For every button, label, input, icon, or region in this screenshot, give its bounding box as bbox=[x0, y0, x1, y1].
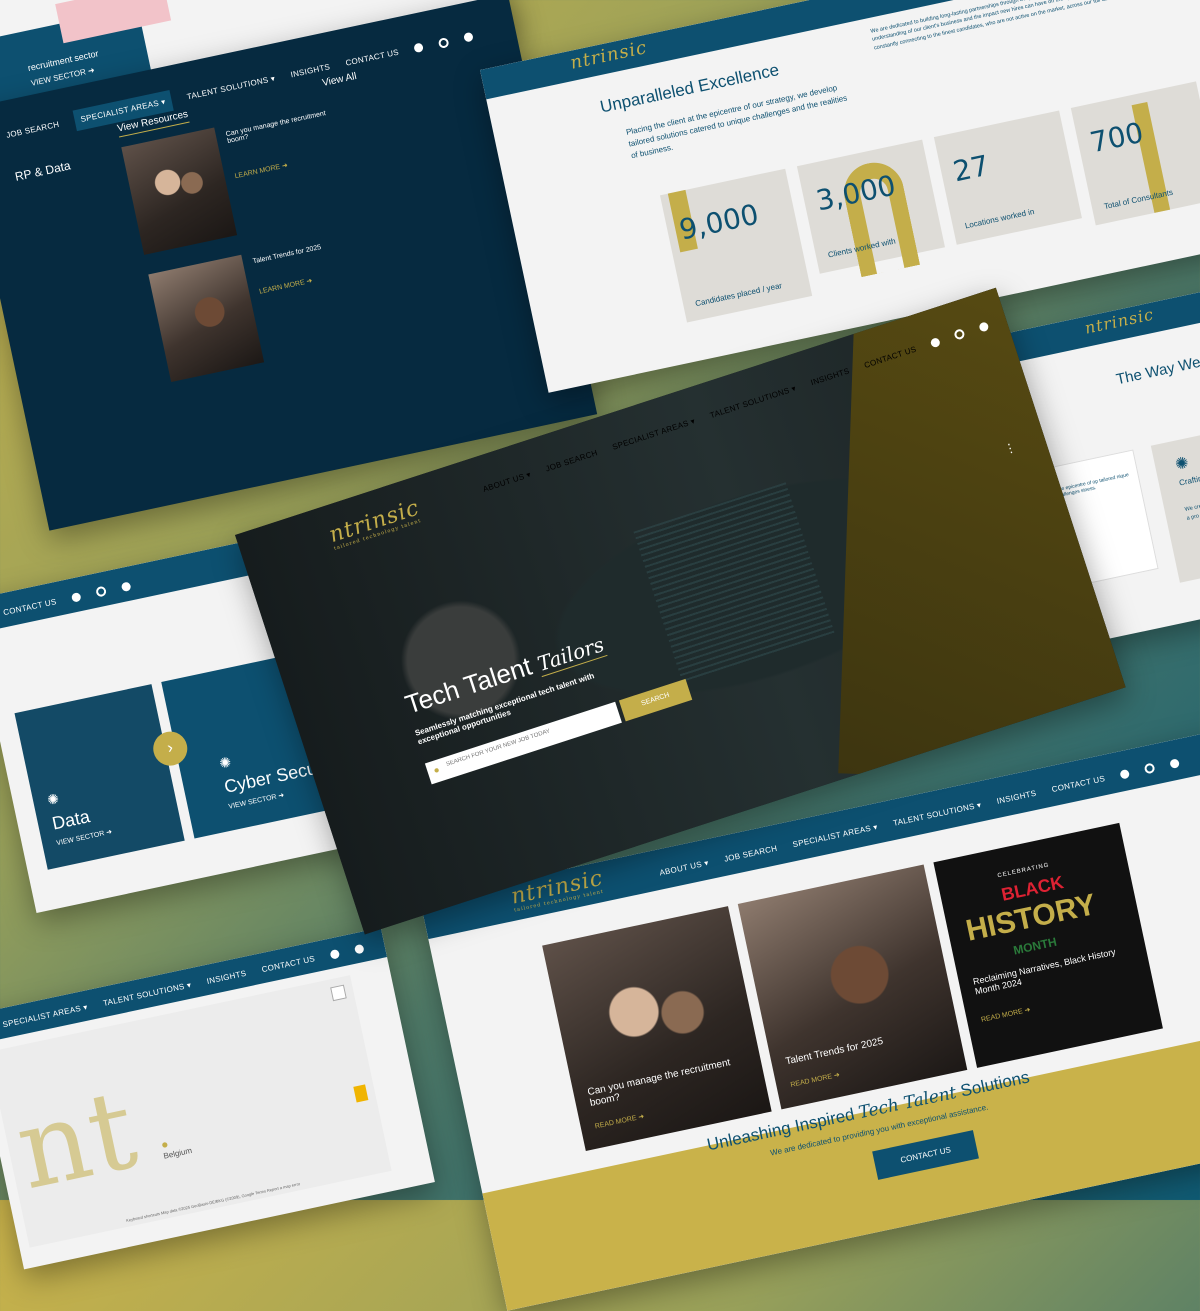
nav-specialist-areas[interactable]: SPECIALIST AREAS ▾ bbox=[792, 822, 879, 849]
map-report-link[interactable]: Report a map error bbox=[266, 1181, 300, 1193]
stat-card-locations: 27 Locations worked in bbox=[933, 110, 1082, 245]
excellence-logo[interactable]: ntrinsic bbox=[568, 37, 649, 74]
upload-icon[interactable] bbox=[71, 591, 82, 603]
location-pin-icon: ● bbox=[432, 764, 442, 777]
megamenu-article2-image bbox=[148, 254, 265, 383]
streetview-icon[interactable] bbox=[353, 1084, 369, 1103]
sector-name: Data bbox=[50, 806, 92, 834]
map-attribution-text: Map data ©2025 GeoBasis-DE/BKG (©2009), … bbox=[160, 1190, 255, 1216]
stat-value: 27 bbox=[950, 148, 992, 189]
stat-label: Locations worked in bbox=[964, 206, 1036, 231]
sector-name: Cyber Secu bbox=[222, 757, 319, 797]
megamenu-article1-title[interactable]: Can you manage the recruitment boom? bbox=[225, 106, 345, 145]
user-icon[interactable] bbox=[1169, 757, 1181, 769]
upload-icon[interactable] bbox=[413, 42, 425, 54]
map-attribution: Keyboard shortcuts Map data ©2025 GeoBas… bbox=[126, 1181, 301, 1223]
insight-card-title: Reclaiming Narratives, Black History Mon… bbox=[972, 946, 1117, 997]
nav-insights[interactable]: INSIGHTS bbox=[996, 788, 1037, 805]
search-icon[interactable] bbox=[437, 36, 450, 49]
nav-about-us[interactable]: ABOUT US ▾ bbox=[659, 858, 710, 877]
way-card-text: We create a co description and ensuring … bbox=[1184, 487, 1200, 522]
insight-card-title: Can you manage the recruitment boom? bbox=[586, 1057, 732, 1109]
nav-specialist-areas[interactable]: SPECIALIST AREAS ▾ bbox=[2, 1002, 89, 1029]
insight-card-link[interactable]: READ MORE ➜ bbox=[790, 1071, 841, 1089]
map-page: SPECIALIST AREAS ▾ TALENT SOLUTIONS ▾ IN… bbox=[0, 927, 435, 1270]
upload-icon[interactable] bbox=[929, 336, 942, 348]
way-title: The Way We bbox=[1114, 353, 1200, 389]
nav-talent-solutions[interactable]: TALENT SOLUTIONS ▾ bbox=[892, 800, 982, 828]
stat-value: 700 bbox=[1087, 115, 1147, 160]
nav-talent-solutions[interactable]: TALENT SOLUTIONS ▾ bbox=[102, 980, 192, 1008]
megamenu-article2-title[interactable]: Talent Trends for 2025 bbox=[252, 244, 322, 265]
user-icon[interactable] bbox=[120, 580, 132, 592]
user-icon[interactable] bbox=[354, 943, 365, 955]
nav-job-search[interactable]: JOB SEARCH bbox=[5, 120, 60, 140]
megamenu-erp-heading[interactable]: RP & Data bbox=[14, 158, 72, 183]
nav-insights[interactable]: INSIGHTS bbox=[206, 969, 247, 986]
upload-icon[interactable] bbox=[329, 948, 341, 960]
user-icon[interactable] bbox=[463, 31, 475, 43]
megamenu-article1-image bbox=[121, 127, 238, 255]
insight-card-2[interactable]: Talent Trends for 2025 READ MORE ➜ bbox=[737, 864, 968, 1110]
sector-nav: CONTACT US bbox=[2, 580, 132, 617]
search-icon[interactable] bbox=[1143, 762, 1156, 775]
nav-contact-us[interactable]: CONTACT US bbox=[1051, 774, 1106, 794]
upload-icon[interactable] bbox=[1119, 768, 1131, 780]
nav-job-search[interactable]: JOB SEARCH bbox=[723, 843, 778, 863]
network-icon: ✺ bbox=[217, 753, 233, 772]
insight-card-link[interactable]: READ MORE ➜ bbox=[980, 1006, 1032, 1024]
insight-card-3[interactable]: CELEBRATING BLACK HISTORY MONTH Reclaimi… bbox=[933, 822, 1163, 1068]
insight-card-title: Talent Trends for 2025 bbox=[784, 1035, 885, 1068]
network-icon: ✺ bbox=[1173, 454, 1191, 474]
insight-card-link[interactable]: READ MORE ➜ bbox=[594, 1112, 645, 1130]
way-right-card: ✺ Crafting Cand Persona We create a co d… bbox=[1150, 418, 1200, 583]
way-logo[interactable]: ntrinsic bbox=[1083, 305, 1156, 338]
search-icon[interactable] bbox=[95, 585, 108, 598]
nt-monogram: nt bbox=[6, 1064, 148, 1215]
stat-label: Candidates placed / year bbox=[694, 281, 783, 309]
megamenu-article2-link[interactable]: LEARN MORE ➜ bbox=[258, 277, 313, 296]
stat-card-candidates: 9,000 Candidates placed / year bbox=[659, 168, 813, 323]
megamenu-article1-link[interactable]: LEARN MORE ➜ bbox=[234, 161, 288, 180]
network-icon: ✺ bbox=[45, 790, 61, 809]
sector-card-data[interactable]: ✺ Data VIEW SECTOR ➜ bbox=[14, 684, 185, 870]
nav-contact-us[interactable]: CONTACT US bbox=[2, 597, 57, 617]
map-terms-link[interactable]: Terms bbox=[255, 1188, 267, 1195]
stat-card-clients: 3,000 Clients worked with bbox=[796, 139, 946, 278]
nav-contact-us[interactable]: CONTACT US bbox=[345, 48, 400, 68]
nav-talent-solutions[interactable]: TALENT SOLUTIONS ▾ bbox=[186, 74, 276, 102]
stat-card-consultants: 700 Total of Consultants bbox=[1070, 81, 1200, 226]
fullscreen-icon[interactable] bbox=[330, 984, 347, 1002]
nav-contact-us[interactable]: CONTACT US bbox=[261, 954, 316, 974]
map-shortcuts[interactable]: Keyboard shortcuts bbox=[126, 1211, 161, 1223]
insight-card-1[interactable]: Can you manage the recruitment boom? REA… bbox=[542, 906, 772, 1152]
stat-value: 9,000 bbox=[676, 197, 762, 247]
